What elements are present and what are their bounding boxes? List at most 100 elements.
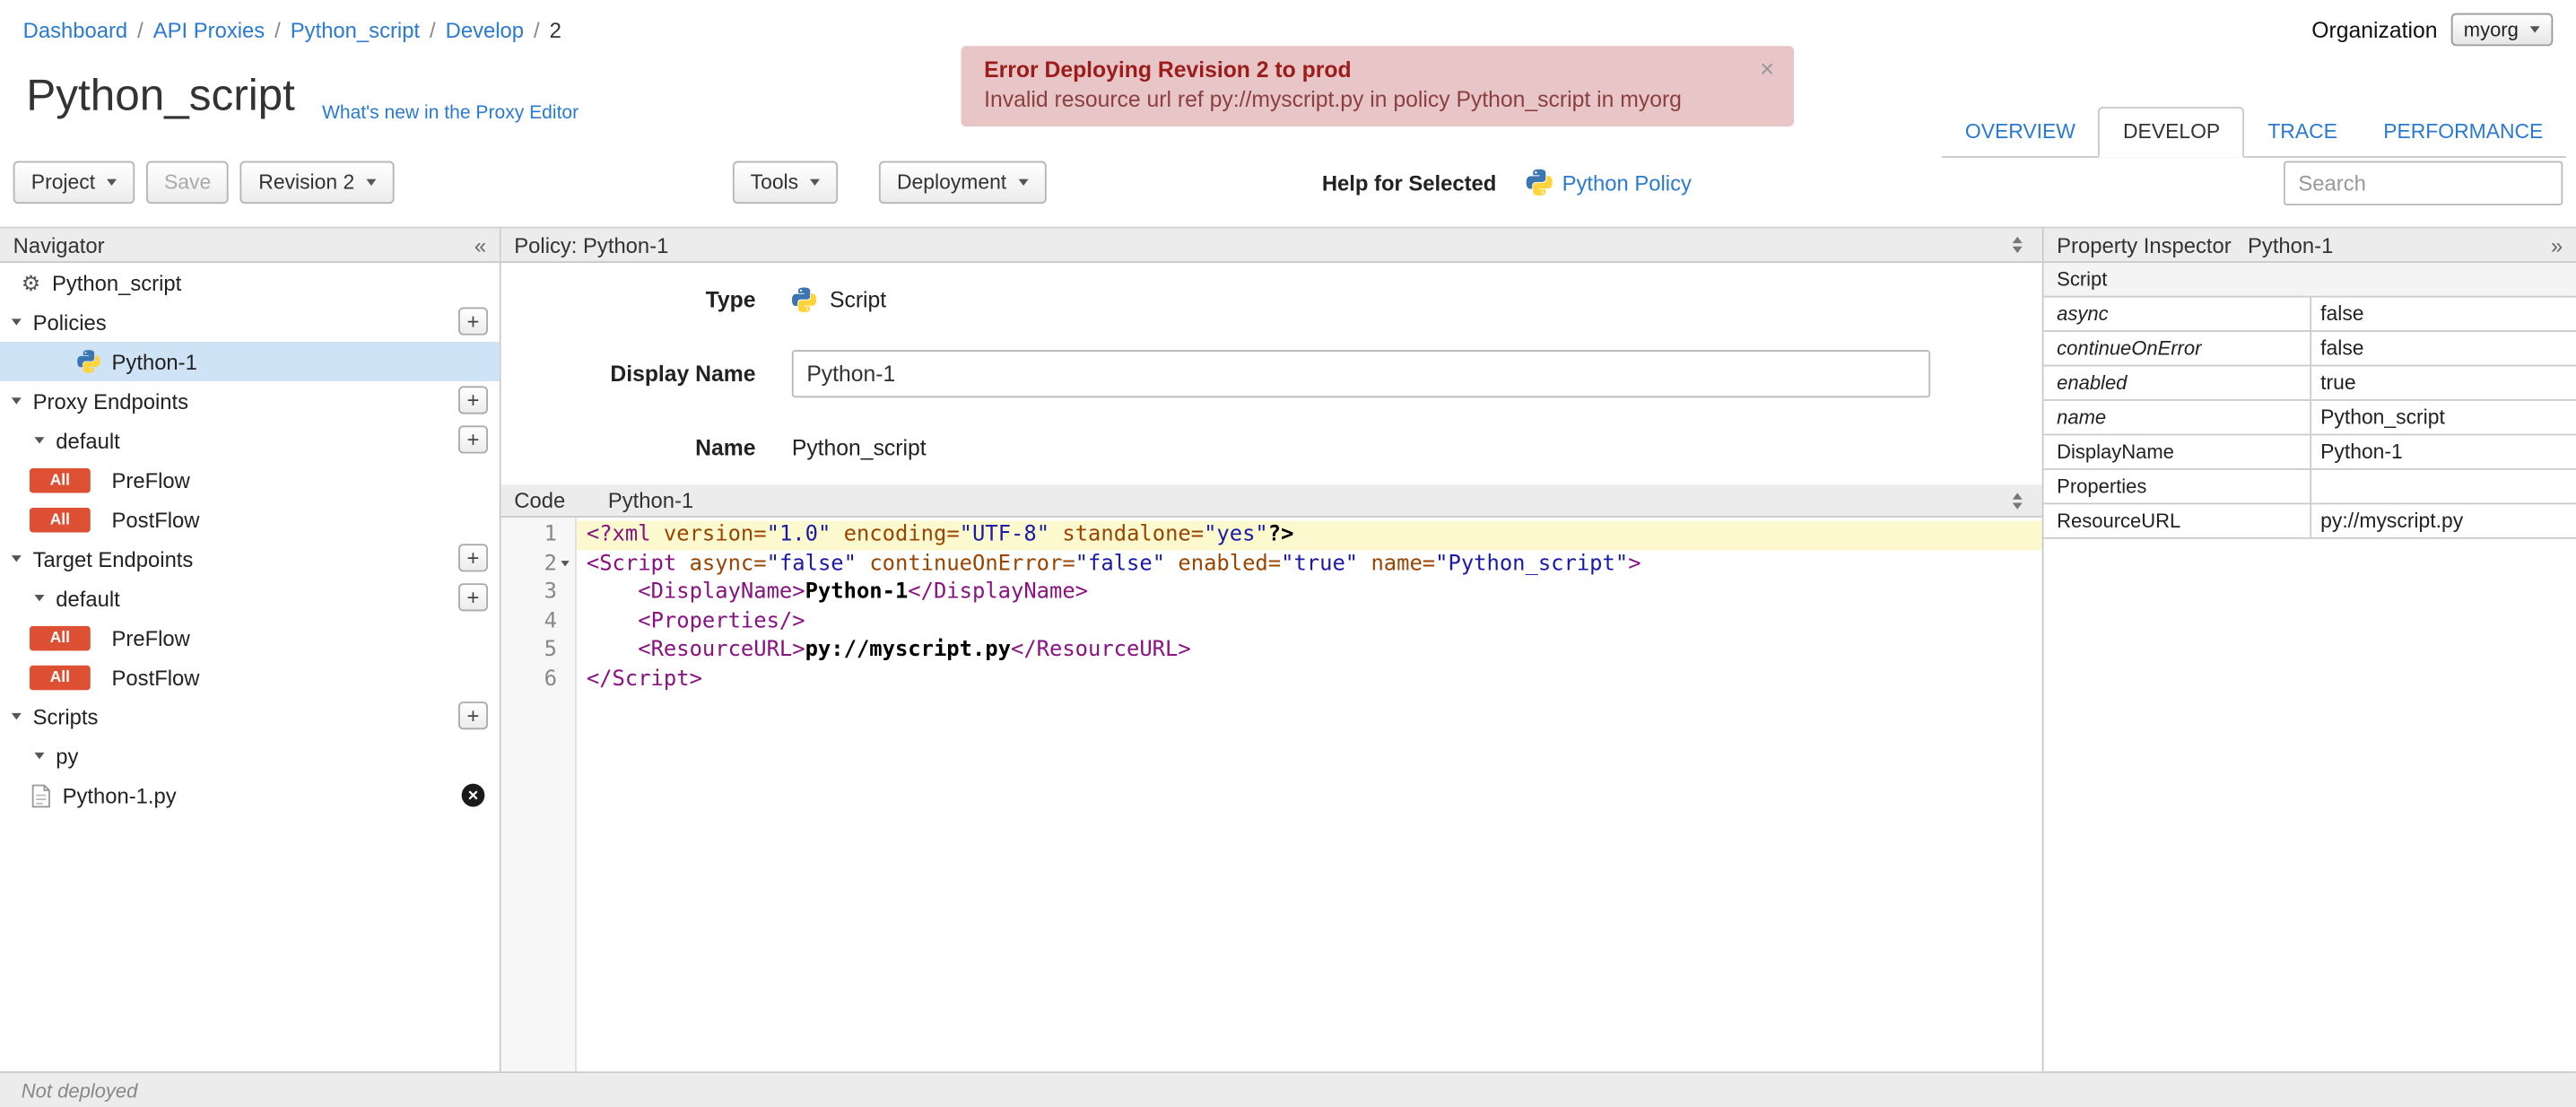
nav-section-scripts[interactable]: Scripts + [0,697,500,737]
breadcrumb-api-proxies[interactable]: API Proxies [153,17,265,41]
inspector-row[interactable]: ResourceURL py://myscript.py [2043,503,2576,539]
expander-icon[interactable] [11,318,22,326]
nav-section-label: Scripts [32,703,99,729]
nav-item-proxy-root[interactable]: ⚙ Python_script [0,263,500,302]
property-value[interactable]: Python-1 [2310,434,2576,470]
code-line[interactable]: <Script async="false" continueOnError="f… [577,550,2042,579]
tab-trace[interactable]: TRACE [2245,109,2361,156]
tools-menu-button[interactable]: Tools [732,161,839,205]
nav-section-label: Proxy Endpoints [32,388,189,414]
search-input[interactable] [2283,160,2563,205]
inspector-row[interactable]: async false [2043,296,2576,332]
main-area: Navigator « ⚙ Python_script Policies + P… [0,226,2576,1072]
breadcrumb-develop[interactable]: Develop [446,17,524,41]
project-menu-button[interactable]: Project [13,161,135,205]
revision-menu-button[interactable]: Revision 2 [240,161,395,205]
nav-item-policy-python-1[interactable]: Python-1 [0,341,500,381]
add-script-button[interactable]: + [458,702,488,730]
inspector-row[interactable]: DisplayName Python-1 [2043,434,2576,470]
collapse-right-panel-icon[interactable]: » [2551,234,2563,256]
python-policy-help-link[interactable]: Python Policy [1562,170,1692,195]
nav-item-target-postflow[interactable]: All PostFlow [0,658,500,697]
expander-icon[interactable] [34,752,45,760]
add-proxy-endpoint-button[interactable]: + [458,386,488,414]
nav-item-label: Python_script [51,270,182,295]
breadcrumb-proxy-name[interactable]: Python_script [291,17,420,41]
expander-icon[interactable] [34,437,45,444]
code-line-number: 3 [544,580,557,606]
organization-select[interactable]: myorg [2450,13,2554,47]
inspector-title: Property Inspector [2057,232,2232,257]
page-title: Python_script [26,70,295,120]
add-flow-button[interactable]: + [458,583,488,612]
close-icon[interactable]: × [1760,57,1774,82]
nav-section-label: Target Endpoints [32,546,194,571]
nav-section-policies[interactable]: Policies + [0,302,500,342]
nav-item-target-preflow[interactable]: All PreFlow [0,618,500,658]
code-lines[interactable]: <?xml version="1.0" encoding="UTF-8" sta… [576,517,2042,1072]
add-flow-button[interactable]: + [458,425,488,454]
collapse-panel-icon[interactable] [2012,492,2023,509]
error-banner-message: Invalid resource url ref py://myscript.p… [984,87,1682,112]
breadcrumb-separator: / [137,17,144,42]
flow-condition-badge: All [29,507,91,532]
chevron-down-icon [2529,26,2540,33]
display-name-input[interactable] [791,350,1931,398]
code-line[interactable]: <?xml version="1.0" encoding="UTF-8" sta… [576,520,2042,550]
deployment-status-text: Not deployed [21,1078,138,1103]
collapse-panel-icon[interactable] [2012,236,2023,254]
display-name-row: Display Name [501,336,2042,410]
collapse-left-panel-icon[interactable]: « [474,234,486,256]
chevron-down-icon [809,179,820,186]
expander-icon[interactable] [11,712,22,720]
python-icon [1526,169,1553,196]
deployment-label: Deployment [896,170,1007,195]
save-button[interactable]: Save [145,161,230,205]
inspector-row[interactable]: Properties [2043,468,2576,505]
nav-group-target-default[interactable]: default + [0,579,500,618]
property-key: async [2043,296,2311,332]
delete-script-icon[interactable]: ✕ [461,783,485,807]
tab-overview[interactable]: OVERVIEW [1942,109,2098,156]
property-value[interactable]: true [2310,365,2576,401]
navigator-tree: ⚙ Python_script Policies + Python-1 Prox… [0,263,500,1071]
inspector-row[interactable]: enabled true [2043,365,2576,401]
flow-condition-badge: All [29,624,91,650]
nav-group-py[interactable]: py [0,737,500,776]
type-row: Type Script [501,263,2042,336]
code-fold-icon[interactable] [560,561,569,567]
revision-label: Revision 2 [258,170,355,195]
code-line[interactable]: <Properties/> [577,607,2042,636]
expander-icon[interactable] [11,555,22,562]
nav-section-target-endpoints[interactable]: Target Endpoints + [0,539,500,579]
nav-item-proxy-postflow[interactable]: All PostFlow [0,500,500,539]
nav-section-proxy-endpoints[interactable]: Proxy Endpoints + [0,381,500,421]
property-value[interactable]: Python_script [2310,399,2576,436]
whats-new-link[interactable]: What's new in the Proxy Editor [322,103,579,123]
tab-develop[interactable]: DEVELOP [2098,107,2245,158]
property-value[interactable] [2310,468,2576,505]
nav-item-script-file[interactable]: Python-1.py ✕ [0,776,500,815]
nav-group-proxy-default[interactable]: default + [0,421,500,460]
property-value[interactable]: false [2310,331,2576,367]
save-label: Save [163,170,212,195]
nav-item-proxy-preflow[interactable]: All PreFlow [0,460,500,500]
inspector-row[interactable]: name Python_script [2043,399,2576,436]
tab-performance[interactable]: PERFORMANCE [2361,109,2566,156]
policy-form: Type Script Display Name Name Pyt [501,263,2042,484]
deployment-menu-button[interactable]: Deployment [878,161,1047,205]
code-editor[interactable]: 123 4 5 6 <?xml version="1.0" encoding="UTF… [500,517,2042,1072]
nav-item-label: Python-1 [111,349,197,374]
property-value[interactable]: false [2310,296,2576,332]
expander-icon[interactable] [11,397,22,405]
expander-icon[interactable] [34,595,45,602]
add-target-endpoint-button[interactable]: + [458,544,488,572]
code-line[interactable]: </Script> [577,665,2042,693]
flow-condition-badge: All [29,467,91,492]
inspector-row[interactable]: continueOnError false [2043,331,2576,367]
code-line[interactable]: <ResourceURL>py://myscript.py</ResourceU… [577,636,2042,665]
code-line[interactable]: <DisplayName>Python-1</DisplayName> [577,579,2042,607]
breadcrumb-dashboard[interactable]: Dashboard [23,17,128,41]
add-policy-button[interactable]: + [458,307,488,336]
property-value[interactable]: py://myscript.py [2310,503,2576,539]
